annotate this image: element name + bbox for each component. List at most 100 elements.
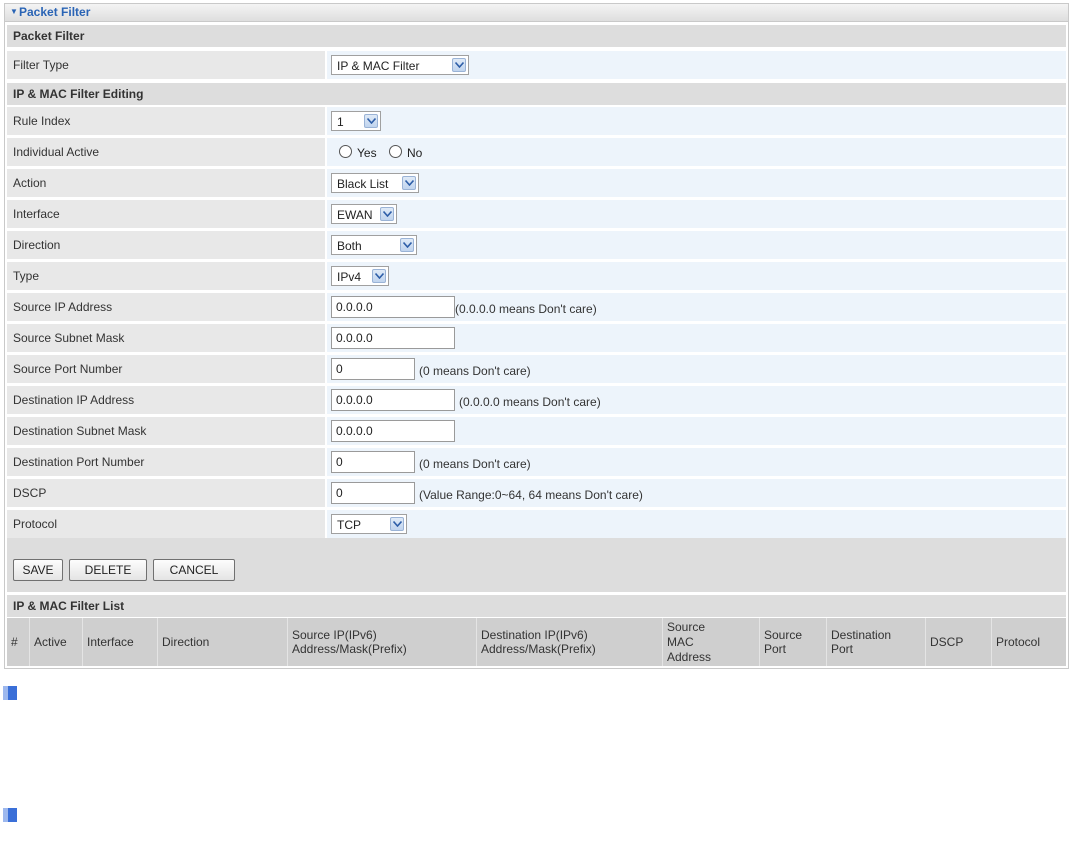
rule-index-label: Rule Index	[7, 107, 325, 135]
dscp-label: DSCP	[7, 479, 325, 507]
dest-ip-text: 0.0.0.0	[336, 393, 373, 407]
individual-active-label-text: Individual Active	[13, 145, 100, 159]
active-no-radio[interactable]	[389, 145, 402, 158]
direction-select[interactable]: Both	[331, 235, 417, 255]
chevron-down-icon[interactable]	[402, 176, 416, 190]
cancel-button[interactable]: CANCEL	[153, 559, 235, 581]
panel-title: Packet Filter	[19, 5, 91, 19]
col-protocol-label: Protocol	[996, 635, 1041, 649]
panel-titlebar[interactable]: ▼ Packet Filter	[5, 4, 1068, 22]
col-number: #	[7, 618, 29, 666]
dscp-text: 0	[336, 486, 343, 500]
col-source-mac-line3: Address	[667, 650, 712, 664]
source-ip-value: 0.0.0.0 (0.0.0.0 means Don't care)	[327, 293, 1066, 321]
col-interface-label: Interface	[87, 635, 134, 649]
protocol-value: TCP	[327, 510, 1066, 538]
col-source-ip-line1: Source IP(IPv6)	[292, 628, 377, 642]
source-port-value: 0 (0 means Don't care)	[327, 355, 1066, 383]
delete-button[interactable]: DELETE	[69, 559, 147, 581]
chevron-down-icon[interactable]	[380, 207, 394, 221]
section-packet-filter-heading: Packet Filter	[13, 29, 85, 43]
section-packet-filter: Packet Filter	[7, 25, 1066, 47]
source-mask-label: Source Subnet Mask	[7, 324, 325, 352]
active-no-label[interactable]: No	[407, 146, 422, 160]
interface-value: EWAN	[327, 200, 1066, 228]
dscp-value: 0 (Value Range:0~64, 64 means Don't care…	[327, 479, 1066, 507]
source-ip-text: 0.0.0.0	[336, 300, 373, 314]
protocol-selected: TCP	[337, 518, 361, 532]
dest-mask-value: 0.0.0.0	[327, 417, 1066, 445]
interface-label-text: Interface	[13, 207, 60, 221]
rule-index-selected: 1	[337, 115, 344, 129]
action-selected: Black List	[337, 177, 389, 191]
interface-selected: EWAN	[337, 208, 373, 222]
type-select[interactable]: IPv4	[331, 266, 389, 286]
direction-selected: Both	[337, 239, 362, 253]
col-source-ip-line2: Address/Mask(Prefix)	[292, 642, 407, 656]
source-mask-label-text: Source Subnet Mask	[13, 331, 125, 345]
protocol-label-text: Protocol	[13, 517, 58, 531]
dest-ip-label-text: Destination IP Address	[13, 393, 135, 407]
filter-type-value: IP & MAC Filter	[327, 51, 1066, 79]
dest-ip-input[interactable]: 0.0.0.0	[331, 389, 455, 411]
bullet-square-icon	[3, 808, 17, 822]
col-destination-port: Destination Port	[827, 618, 925, 666]
col-active: Active	[30, 618, 82, 666]
col-interface: Interface	[83, 618, 157, 666]
source-ip-input[interactable]: 0.0.0.0	[331, 296, 455, 318]
col-dscp-label: DSCP	[930, 635, 964, 649]
dest-port-label-text: Destination Port Number	[13, 455, 145, 469]
individual-active-value: Yes No	[327, 138, 1066, 166]
dest-port-value: 0 (0 means Don't care)	[327, 448, 1066, 476]
chevron-down-icon[interactable]	[390, 517, 404, 531]
action-select[interactable]: Black List	[331, 173, 419, 193]
section-editing: IP & MAC Filter Editing	[7, 83, 1066, 105]
action-label-text: Action	[13, 176, 47, 190]
source-port-input[interactable]: 0	[331, 358, 415, 380]
dest-port-input[interactable]: 0	[331, 451, 415, 473]
direction-value: Both	[327, 231, 1066, 259]
dest-mask-input[interactable]: 0.0.0.0	[331, 420, 455, 442]
type-selected: IPv4	[337, 270, 362, 284]
source-mask-value: 0.0.0.0	[327, 324, 1066, 352]
dest-mask-text: 0.0.0.0	[336, 424, 373, 438]
collapse-triangle-icon[interactable]: ▼	[10, 7, 18, 16]
col-source-port-line1: Source	[764, 628, 803, 642]
chevron-down-icon[interactable]	[400, 238, 414, 252]
filter-type-select[interactable]: IP & MAC Filter	[331, 55, 469, 75]
source-ip-hint: (0.0.0.0 means Don't care)	[455, 302, 597, 316]
chevron-down-icon[interactable]	[372, 269, 386, 283]
active-yes-radio[interactable]	[339, 145, 352, 158]
col-protocol: Protocol	[992, 618, 1066, 666]
interface-select[interactable]: EWAN	[331, 204, 397, 224]
type-label-text: Type	[13, 269, 40, 283]
direction-label-text: Direction	[13, 238, 61, 252]
filter-type-label-text: Filter Type	[13, 58, 69, 72]
col-destination-ip-line2: Address/Mask(Prefix)	[481, 642, 596, 656]
dest-ip-value: 0.0.0.0 (0.0.0.0 means Don't care)	[327, 386, 1066, 414]
source-port-label-text: Source Port Number	[13, 362, 123, 376]
col-dscp: DSCP	[926, 618, 991, 666]
col-source-mac-line1: Source	[667, 620, 706, 634]
chevron-down-icon[interactable]	[364, 114, 378, 128]
active-yes-label[interactable]: Yes	[357, 146, 377, 160]
dest-ip-label: Destination IP Address	[7, 386, 325, 414]
dscp-input[interactable]: 0	[331, 482, 415, 504]
chevron-down-icon[interactable]	[452, 58, 466, 72]
direction-label: Direction	[7, 231, 325, 259]
type-value: IPv4	[327, 262, 1066, 290]
col-active-label: Active	[34, 635, 67, 649]
filter-list-header: # Active Interface Direction Source IP(I…	[7, 618, 1066, 666]
source-ip-label: Source IP Address	[7, 293, 325, 321]
col-source-ip: Source IP(IPv6) Address/Mask(Prefix)	[288, 618, 476, 666]
save-button[interactable]: SAVE	[13, 559, 63, 581]
rule-index-select[interactable]: 1	[331, 111, 381, 131]
button-row: SAVE DELETE CANCEL	[7, 538, 1066, 592]
dest-mask-label: Destination Subnet Mask	[7, 417, 325, 445]
section-list-heading: IP & MAC Filter List	[13, 599, 125, 613]
action-value: Black List	[327, 169, 1066, 197]
save-button-label: SAVE	[22, 563, 54, 577]
col-source-mac: Source MAC Address	[663, 618, 759, 666]
protocol-select[interactable]: TCP	[331, 514, 407, 534]
source-mask-input[interactable]: 0.0.0.0	[331, 327, 455, 349]
